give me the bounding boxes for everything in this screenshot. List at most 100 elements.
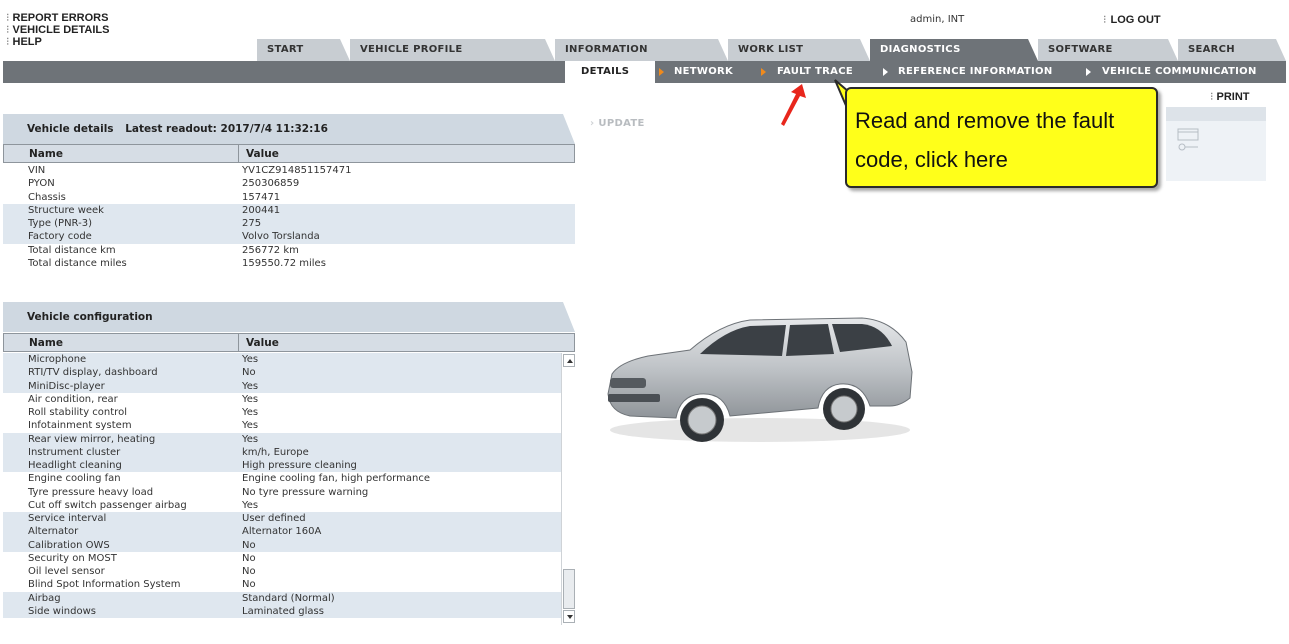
- update-button[interactable]: › UPDATE: [590, 118, 645, 129]
- help-link[interactable]: ⁝ HELP: [6, 36, 109, 48]
- white-arrow-icon: [1086, 68, 1091, 76]
- subtab-vehicle-communication[interactable]: VEHICLE COMMUNICATION: [1102, 61, 1257, 83]
- row-name: MiniDisc-player: [28, 380, 105, 392]
- row-value: Laminated glass: [242, 605, 324, 617]
- table-row: Cut off switch passenger airbag Yes: [3, 499, 561, 512]
- vehicle-details-link[interactable]: ⁝ VEHICLE DETAILS: [6, 24, 109, 36]
- row-name: Air condition, rear: [28, 393, 118, 405]
- table-row: Airbag Standard (Normal): [3, 591, 561, 605]
- column-separator: [238, 145, 239, 162]
- vehicle-details-label: VEHICLE DETAILS: [12, 24, 110, 36]
- white-arrow-icon: [883, 68, 888, 76]
- report-errors-link[interactable]: ⁝ REPORT ERRORS: [6, 12, 109, 24]
- row-value: No: [242, 367, 256, 379]
- row-value: Yes: [242, 420, 259, 432]
- column-name: Name: [29, 148, 63, 160]
- table-row: Infotainment system Yes: [3, 419, 561, 432]
- subtab-details[interactable]: DETAILS: [565, 61, 655, 83]
- row-value: Yes: [242, 407, 259, 418]
- table-row: Total distance miles 159550.72 miles: [3, 257, 575, 270]
- row-value: 256772 km: [242, 244, 299, 256]
- logout-label: LOG OUT: [1110, 14, 1161, 26]
- tab-diagnostics[interactable]: DIAGNOSTICS: [870, 39, 1038, 61]
- table-row: PYON 250306859: [3, 177, 575, 190]
- print-label: PRINT: [1216, 91, 1250, 103]
- vehicle-configuration-header: Vehicle configuration: [3, 302, 575, 332]
- callout-line-1: Read and remove the fault: [855, 108, 1115, 133]
- row-value: No: [242, 539, 256, 551]
- table-row: Tyre pressure heavy load No tyre pressure…: [3, 486, 561, 499]
- row-value: Alternator 160A: [242, 526, 322, 538]
- tab-work-list[interactable]: WORK LIST: [728, 39, 870, 61]
- row-value: No: [242, 566, 256, 577]
- row-value: Yes: [242, 393, 259, 405]
- row-value: Standard (Normal): [242, 592, 335, 604]
- table-row: Side windows Laminated glass: [3, 604, 561, 618]
- update-arrow-icon: ›: [590, 118, 595, 129]
- row-value: Yes: [242, 433, 259, 445]
- arrow-up-icon: [567, 359, 573, 363]
- tab-search[interactable]: SEARCH: [1178, 39, 1286, 61]
- tab-start[interactable]: START: [257, 39, 350, 61]
- row-value: 275: [242, 218, 262, 229]
- row-value: Yes: [242, 380, 259, 392]
- scroll-thumb[interactable]: [563, 569, 575, 609]
- table-row: Structure week 200441: [3, 203, 575, 217]
- row-value: 157471: [242, 191, 281, 203]
- row-name: Microphone: [28, 354, 87, 365]
- column-separator: [238, 334, 239, 351]
- table-row: Blind Spot Information System No: [3, 578, 561, 591]
- user-info: admin, INT: [910, 14, 965, 25]
- row-name: Rear view mirror, heating: [28, 433, 156, 445]
- table-row: Oil level sensor No: [3, 565, 561, 578]
- row-name: RTI/TV display, dashboard: [28, 367, 158, 379]
- top-links: ⁝ REPORT ERRORS ⁝ VEHICLE DETAILS ⁝ HELP: [6, 12, 109, 48]
- row-name: Chassis: [28, 191, 66, 203]
- print-button[interactable]: ⁝ PRINT: [1210, 90, 1250, 103]
- table-row: Chassis 157471: [3, 191, 575, 204]
- row-name: Side windows: [28, 605, 96, 617]
- tab-vehicle-profile[interactable]: VEHICLE PROFILE: [350, 39, 555, 61]
- row-name: Total distance miles: [28, 257, 127, 269]
- row-value: Engine cooling fan, high performance: [242, 473, 430, 485]
- row-name: Engine cooling fan: [28, 473, 121, 485]
- vehicle-details-table: VIN YV1CZ914851157471 PYON 250306859 Chassis…: [3, 164, 575, 270]
- row-name: Cut off switch passenger airbag: [28, 499, 187, 511]
- configuration-scrollbar[interactable]: [561, 353, 575, 625]
- latest-readout: Latest readout: 2017/7/4 11:32:16: [125, 123, 328, 135]
- row-value: 200441: [242, 204, 281, 216]
- row-value: Yes: [242, 499, 259, 511]
- table-row: Air condition, rear Yes: [3, 393, 561, 406]
- calendar-key-icon: [1177, 128, 1199, 151]
- scroll-up-button[interactable]: [563, 354, 575, 367]
- table-row: VIN YV1CZ914851157471: [3, 164, 575, 177]
- table-row: MiniDisc-player Yes: [3, 379, 561, 393]
- row-name: Headlight cleaning: [28, 460, 122, 471]
- red-pointer-arrow-icon: [781, 84, 806, 126]
- row-value: No tyre pressure warning: [242, 486, 369, 498]
- row-name: Oil level sensor: [28, 566, 105, 577]
- row-name: Blind Spot Information System: [28, 579, 181, 591]
- vehicle-configuration-column-header: Name Value: [3, 333, 575, 352]
- tab-information[interactable]: INFORMATION: [555, 39, 728, 61]
- table-row: Engine cooling fan Engine cooling fan, hi…: [3, 472, 561, 485]
- row-name: Calibration OWS: [28, 539, 110, 551]
- logout-link[interactable]: ⁝ LOG OUT: [1103, 13, 1161, 26]
- row-value: 159550.72 miles: [242, 257, 326, 269]
- row-value: No: [242, 579, 256, 591]
- row-value: User defined: [242, 513, 306, 524]
- row-name: Instrument cluster: [28, 446, 121, 458]
- row-value: Yes: [242, 354, 259, 365]
- sub-navigation: DETAILS NETWORK FAULT TRACE REFERENCE IN…: [3, 61, 1286, 83]
- subtab-network[interactable]: NETWORK: [674, 61, 733, 83]
- orange-arrow-icon: [761, 68, 766, 76]
- column-value: Value: [246, 337, 279, 349]
- vehicle-details-column-header: Name Value: [3, 144, 575, 163]
- scroll-down-button[interactable]: [563, 610, 575, 623]
- tab-software[interactable]: SOFTWARE: [1038, 39, 1178, 61]
- vehicle-configuration-table: Microphone Yes RTI/TV display, dashboard No…: [3, 353, 561, 618]
- row-value: 250306859: [242, 178, 300, 190]
- subtab-reference-information[interactable]: REFERENCE INFORMATION: [898, 61, 1053, 83]
- row-name: VIN: [28, 165, 46, 176]
- table-row: Microphone Yes: [3, 353, 561, 367]
